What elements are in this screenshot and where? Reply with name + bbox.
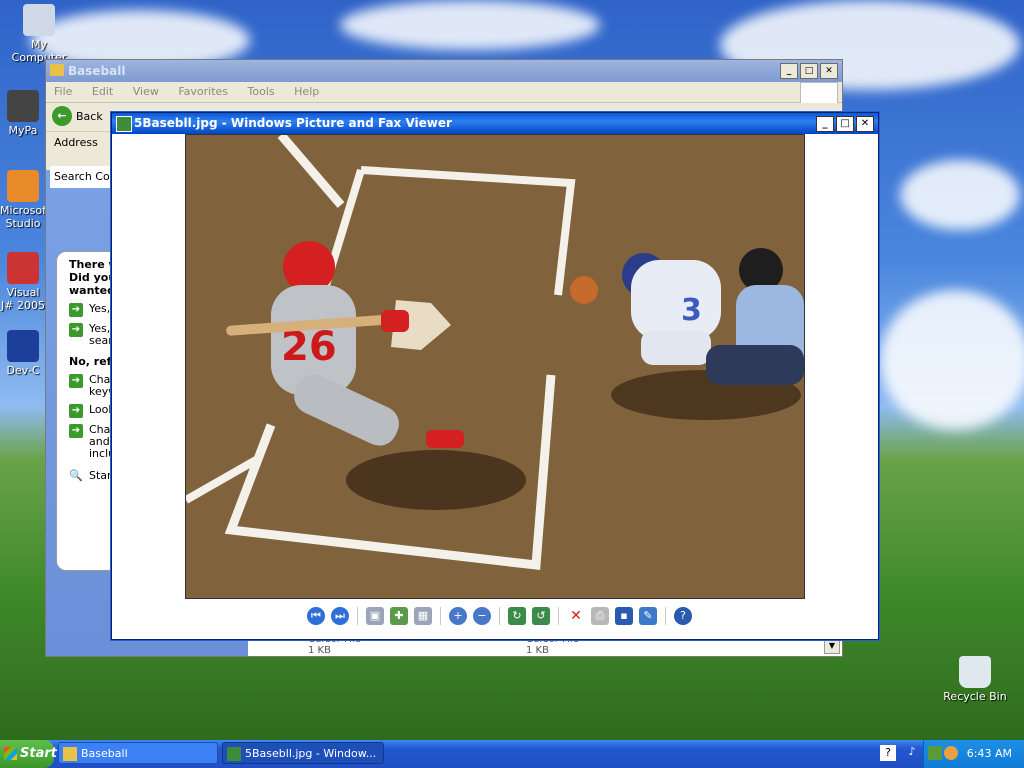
folder-icon: [50, 64, 64, 76]
desktop-icon-label: Visual J# 2005: [1, 286, 45, 312]
minimize-button[interactable]: _: [780, 63, 798, 79]
desktop-icon-visual-j[interactable]: Visual J# 2005: [0, 252, 46, 312]
menu-help[interactable]: Help: [286, 85, 327, 98]
file-size-label: 1 KB: [308, 645, 331, 656]
best-fit-icon[interactable]: ▣: [366, 607, 384, 625]
toolbar-separator: [357, 607, 358, 625]
menu-file[interactable]: File: [46, 85, 80, 98]
arrow-right-icon: ➔: [69, 323, 83, 337]
clock[interactable]: 6:43 AM: [967, 747, 1012, 760]
maximize-button[interactable]: □: [800, 63, 818, 79]
recycle-bin-icon: [959, 656, 991, 688]
system-tray: 6:43 AM: [923, 740, 1024, 768]
arrow-right-icon: ➔: [69, 374, 83, 388]
cloud: [900, 160, 1020, 230]
option-label: Yes, sear: [89, 322, 113, 347]
rotate-counterclockwise-icon[interactable]: ↺: [532, 607, 550, 625]
delete-icon[interactable]: ✕: [567, 607, 585, 625]
option-label: Star: [89, 469, 112, 482]
menu-bar: File Edit View Favorites Tools Help: [46, 82, 842, 106]
baseball-photo: 26 3: [185, 134, 805, 599]
back-arrow-icon: ←: [52, 106, 72, 126]
start-button[interactable]: Start: [0, 740, 57, 768]
desktop-icon-label: MyPa: [8, 124, 38, 137]
picture-viewer-window[interactable]: 5Basebll.jpg - Windows Picture and Fax V…: [111, 112, 879, 640]
desktop-icon-devc[interactable]: Dev-C: [0, 330, 46, 377]
next-image-icon[interactable]: ⏭: [331, 607, 349, 625]
explorer-titlebar[interactable]: Baseball _ □ ✕: [46, 60, 842, 82]
shortcut-icon: [7, 90, 39, 122]
desktop-icon-label: Microsoft Studio: [0, 204, 51, 230]
arrow-right-icon: ➔: [69, 404, 83, 418]
toolbar-separator: [499, 607, 500, 625]
actual-size-icon[interactable]: ✚: [390, 607, 408, 625]
desktop-icon-microsoft-studio[interactable]: Microsoft Studio: [0, 170, 50, 230]
menu-view[interactable]: View: [125, 85, 167, 98]
zoom-out-icon[interactable]: −: [473, 607, 491, 625]
desktop-icon-recycle-bin[interactable]: Recycle Bin: [938, 656, 1012, 703]
arrow-right-icon: ➔: [69, 424, 83, 438]
previous-image-icon[interactable]: ⏮: [307, 607, 325, 625]
edit-icon[interactable]: ✎: [639, 607, 657, 625]
minimize-button[interactable]: _: [816, 116, 834, 132]
windows-flag-icon: [4, 747, 17, 760]
taskbar-item-baseball[interactable]: Baseball: [58, 742, 218, 764]
magnifier-icon: 🔍: [69, 469, 83, 482]
help-tray-icon[interactable]: ?: [880, 745, 896, 761]
scroll-down-button[interactable]: ▼: [824, 638, 840, 654]
cloud: [880, 290, 1024, 430]
toolbar-separator: [665, 607, 666, 625]
print-icon[interactable]: ⎙: [591, 607, 609, 625]
folder-icon: [63, 747, 77, 761]
viewer-title: 5Basebll.jpg - Windows Picture and Fax V…: [134, 116, 452, 130]
picture-viewer-icon: [116, 116, 132, 132]
slideshow-icon[interactable]: ▦: [414, 607, 432, 625]
network-icon[interactable]: [928, 746, 942, 760]
task-label: 5Basebll.jpg - Window...: [245, 747, 377, 760]
menu-favorites[interactable]: Favorites: [170, 85, 236, 98]
svg-text:3: 3: [681, 293, 702, 328]
taskbar: Start Baseball 5Basebll.jpg - Window... …: [0, 740, 1024, 768]
cloud: [340, 0, 600, 50]
vj-icon: [7, 252, 39, 284]
close-button[interactable]: ✕: [820, 63, 838, 79]
close-button[interactable]: ✕: [856, 116, 874, 132]
computer-icon: [23, 4, 55, 36]
explorer-title: Baseball: [68, 64, 126, 78]
task-label: Baseball: [81, 747, 128, 760]
file-size-label: 1 KB: [526, 645, 549, 656]
address-label: Address: [54, 136, 98, 149]
viewer-titlebar[interactable]: 5Basebll.jpg - Windows Picture and Fax V…: [112, 113, 878, 134]
visual-studio-icon: [7, 170, 39, 202]
viewer-toolbar: ⏮ ⏭ ▣ ✚ ▦ + − ↻ ↺ ✕ ⎙ ▪ ✎ ?: [307, 607, 692, 625]
start-label: Start: [20, 746, 57, 761]
picture-viewer-icon: [227, 747, 241, 761]
help-icon[interactable]: ?: [674, 607, 692, 625]
arrow-right-icon: ➔: [69, 303, 83, 317]
back-label: Back: [76, 109, 103, 123]
back-button[interactable]: ← Back: [52, 106, 103, 126]
taskbar-item-picture-viewer[interactable]: 5Basebll.jpg - Window...: [222, 742, 384, 764]
maximize-button[interactable]: □: [836, 116, 854, 132]
menu-edit[interactable]: Edit: [84, 85, 121, 98]
menu-tools[interactable]: Tools: [240, 85, 283, 98]
search-tray-icon[interactable]: [944, 746, 958, 760]
save-icon[interactable]: ▪: [615, 607, 633, 625]
devc-icon: [7, 330, 39, 362]
zoom-in-icon[interactable]: +: [449, 607, 467, 625]
desktop-icon-label: Dev-C: [6, 364, 40, 377]
rotate-clockwise-icon[interactable]: ↻: [508, 607, 526, 625]
toolbar-separator: [440, 607, 441, 625]
desktop-icon-mypa[interactable]: MyPa: [0, 90, 46, 137]
speaker-icon[interactable]: ♪: [904, 745, 920, 761]
toolbar-separator: [558, 607, 559, 625]
desktop-icon-label: Recycle Bin: [943, 690, 1007, 703]
option-label: Yes,: [89, 302, 111, 315]
desktop-icon-my-computer[interactable]: My Computer: [2, 4, 76, 64]
